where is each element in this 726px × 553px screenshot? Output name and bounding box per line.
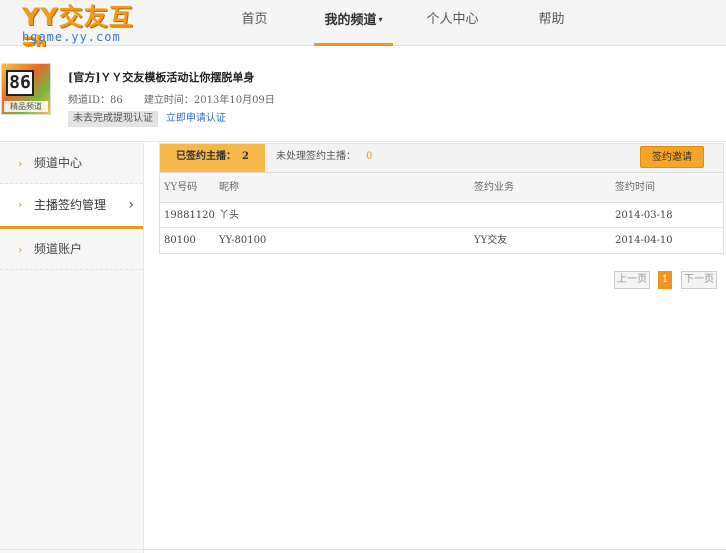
channel-meta: 频道ID：86 建立时间：2013年10月09日: [68, 91, 293, 106]
column-header[interactable]: 昵称: [219, 173, 239, 203]
channel-created-date: 建立时间：2013年10月09日: [143, 95, 275, 106]
current-page-button[interactable]: 1: [658, 271, 672, 289]
nav-home[interactable]: 首页: [215, 0, 294, 46]
contract-invite-button[interactable]: 签约邀请: [640, 146, 704, 168]
anchor-table: YY号码 昵称 签约业务 签约时间 19881120 丫头 2014-03-18…: [159, 172, 724, 254]
cell-yy-number: 80100: [164, 235, 196, 246]
chevron-down-icon: ▾: [378, 15, 383, 24]
site-logo[interactable]: YY交友互动 hgame.yy.com: [18, 2, 153, 61]
sidebar-item-label: 频道中心: [34, 156, 83, 170]
tab-label: 未处理签约主播：: [276, 151, 356, 162]
nav-home-label: 首页: [241, 12, 268, 27]
table-row[interactable]: 19881120 丫头 2014-03-18: [160, 203, 723, 228]
channel-avatar-number: 86: [6, 70, 34, 96]
certification-status-badge: 未去完成提现认证: [68, 111, 158, 127]
nav-personal-center[interactable]: 个人中心: [413, 0, 492, 46]
chevron-right-icon: ›: [18, 243, 23, 256]
column-header[interactable]: 签约业务: [474, 173, 514, 203]
logo-subtext: hgame.yy.com: [22, 30, 121, 44]
nav-my-channel[interactable]: 我的频道 ▾: [314, 0, 393, 46]
table-header: YY号码 昵称 签约业务 签约时间: [160, 173, 723, 203]
apply-certification-link[interactable]: 立即申请认证: [166, 109, 226, 124]
nav-personal-center-label: 个人中心: [426, 12, 479, 27]
sidebar-item-channel-account[interactable]: › 频道账户: [0, 229, 143, 270]
sidebar-item-label: 主播签约管理: [34, 198, 107, 212]
channel-info: 86 精品频道 [官方]ＹＹ交友模板活动让你摆脱单身 频道ID：86 建立时间：…: [0, 47, 726, 142]
sidebar: › 频道中心 › 主播签约管理 › › 频道账户: [0, 143, 144, 553]
tab-signed-anchors[interactable]: 已签约主播： 2: [160, 144, 265, 179]
cell-nickname: YY-80100: [219, 235, 267, 246]
next-page-button[interactable]: 下一页: [681, 271, 717, 289]
column-header[interactable]: YY号码: [164, 173, 197, 203]
cell-yy-number: 19881120: [164, 210, 215, 221]
cell-contract-date: 2014-04-10: [615, 235, 673, 246]
chevron-right-icon: ›: [18, 157, 23, 170]
tab-pending-anchors[interactable]: 未处理签约主播： 0: [276, 144, 372, 173]
sidebar-item-channel-center[interactable]: › 频道中心: [0, 143, 143, 184]
cell-business: YY交友: [474, 235, 508, 246]
sidebar-item-anchor-contract[interactable]: › 主播签约管理 ›: [0, 184, 143, 229]
main-nav: 首页 我的频道 ▾ 个人中心 帮助: [215, 0, 611, 46]
channel-id: 频道ID：86: [68, 95, 123, 106]
certification-row: 未去完成提现认证 立即申请认证: [68, 109, 226, 127]
table-row[interactable]: 80100 YY-80100 YY交友 2014-04-10: [160, 228, 723, 253]
nav-help-label: 帮助: [538, 12, 565, 27]
nav-my-channel-label: 我的频道: [324, 13, 377, 28]
cell-nickname: 丫头: [219, 210, 239, 221]
top-header: YY交友互动 hgame.yy.com 首页 我的频道▾ 个人中心 帮助: [0, 0, 726, 61]
column-header[interactable]: 签约时间: [615, 173, 655, 203]
nav-help[interactable]: 帮助: [512, 0, 591, 46]
chevron-right-icon: ›: [18, 198, 23, 211]
channel-avatar: 86 精品频道: [1, 63, 51, 115]
tab-label: 已签约主播：: [176, 151, 237, 162]
active-chevron-icon: ›: [128, 197, 134, 213]
prev-page-button[interactable]: 上一页: [614, 271, 650, 289]
tab-count: 0: [366, 151, 373, 162]
contract-tabs: 已签约主播： 2 未处理签约主播： 0 签约邀请: [159, 143, 724, 179]
channel-avatar-tag: 精品频道: [4, 101, 48, 112]
tab-count: 2: [242, 151, 249, 162]
sidebar-item-label: 频道账户: [34, 242, 83, 256]
cell-contract-date: 2014-03-18: [615, 210, 673, 221]
channel-title: [官方]ＹＹ交友模板活动让你摆脱单身: [68, 71, 255, 84]
footer-divider: [0, 549, 726, 550]
